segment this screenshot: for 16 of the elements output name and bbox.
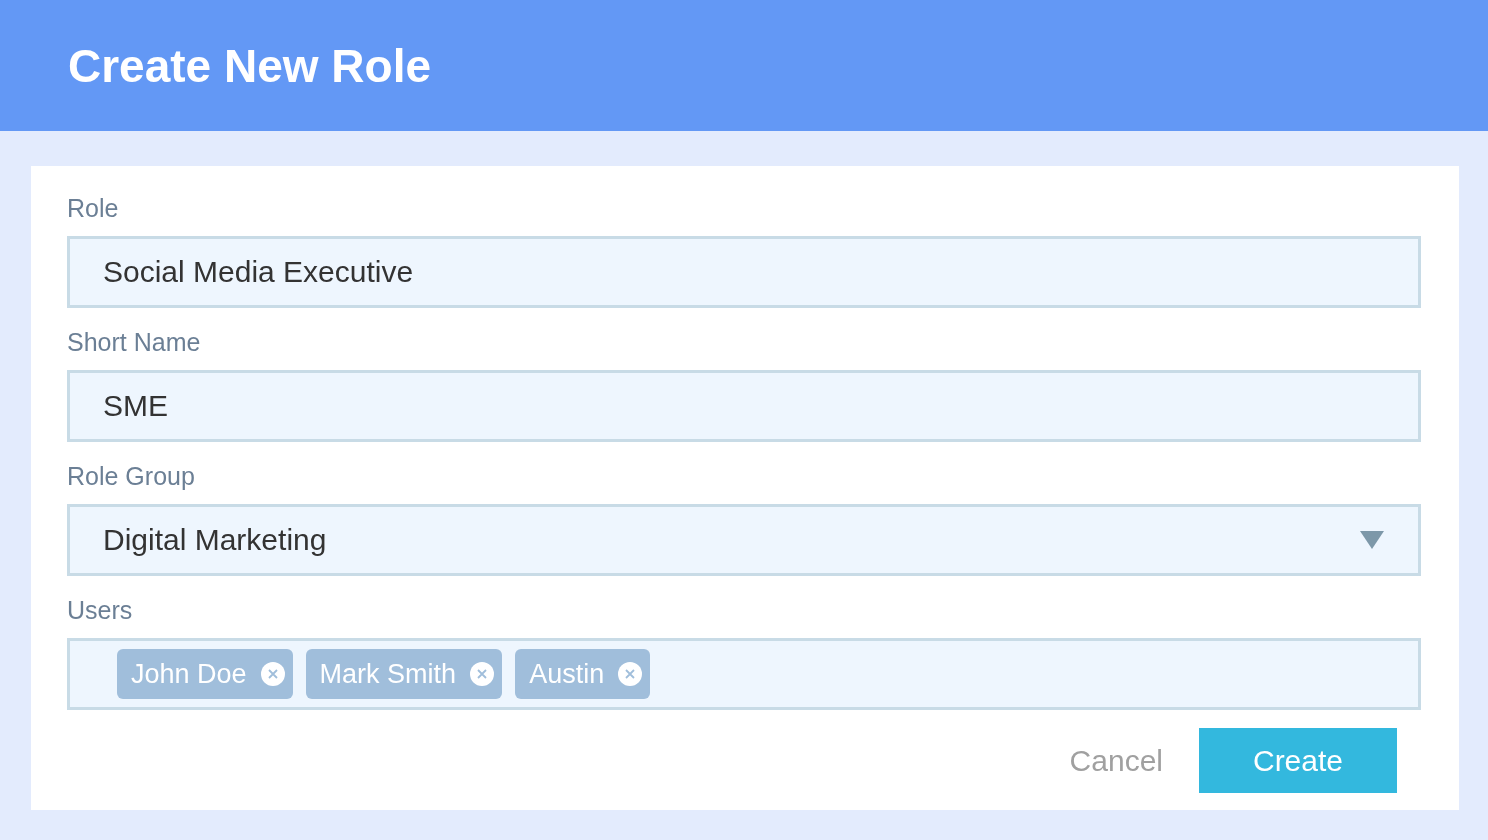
field-label: Role [67,193,119,224]
dialog-title: Create New Role [68,38,431,93]
chip-label: Austin [529,658,605,690]
dropdown-field[interactable]: Digital Marketing [67,504,1421,576]
selected-value: Digital Marketing [103,523,327,557]
remove-icon[interactable] [260,662,285,686]
remove-icon[interactable] [618,662,643,686]
text-field[interactable]: SME [67,370,1421,442]
field-label: Users [67,595,133,626]
field-label: Short Name [67,327,201,358]
remove-icon[interactable] [470,662,495,686]
text-field[interactable]: Social Media Executive [67,236,1421,308]
chip-label: Mark Smith [319,658,457,690]
field-label: Role Group [67,461,195,492]
chip-label: John Doe [131,658,247,690]
caret-icon [1360,531,1384,549]
